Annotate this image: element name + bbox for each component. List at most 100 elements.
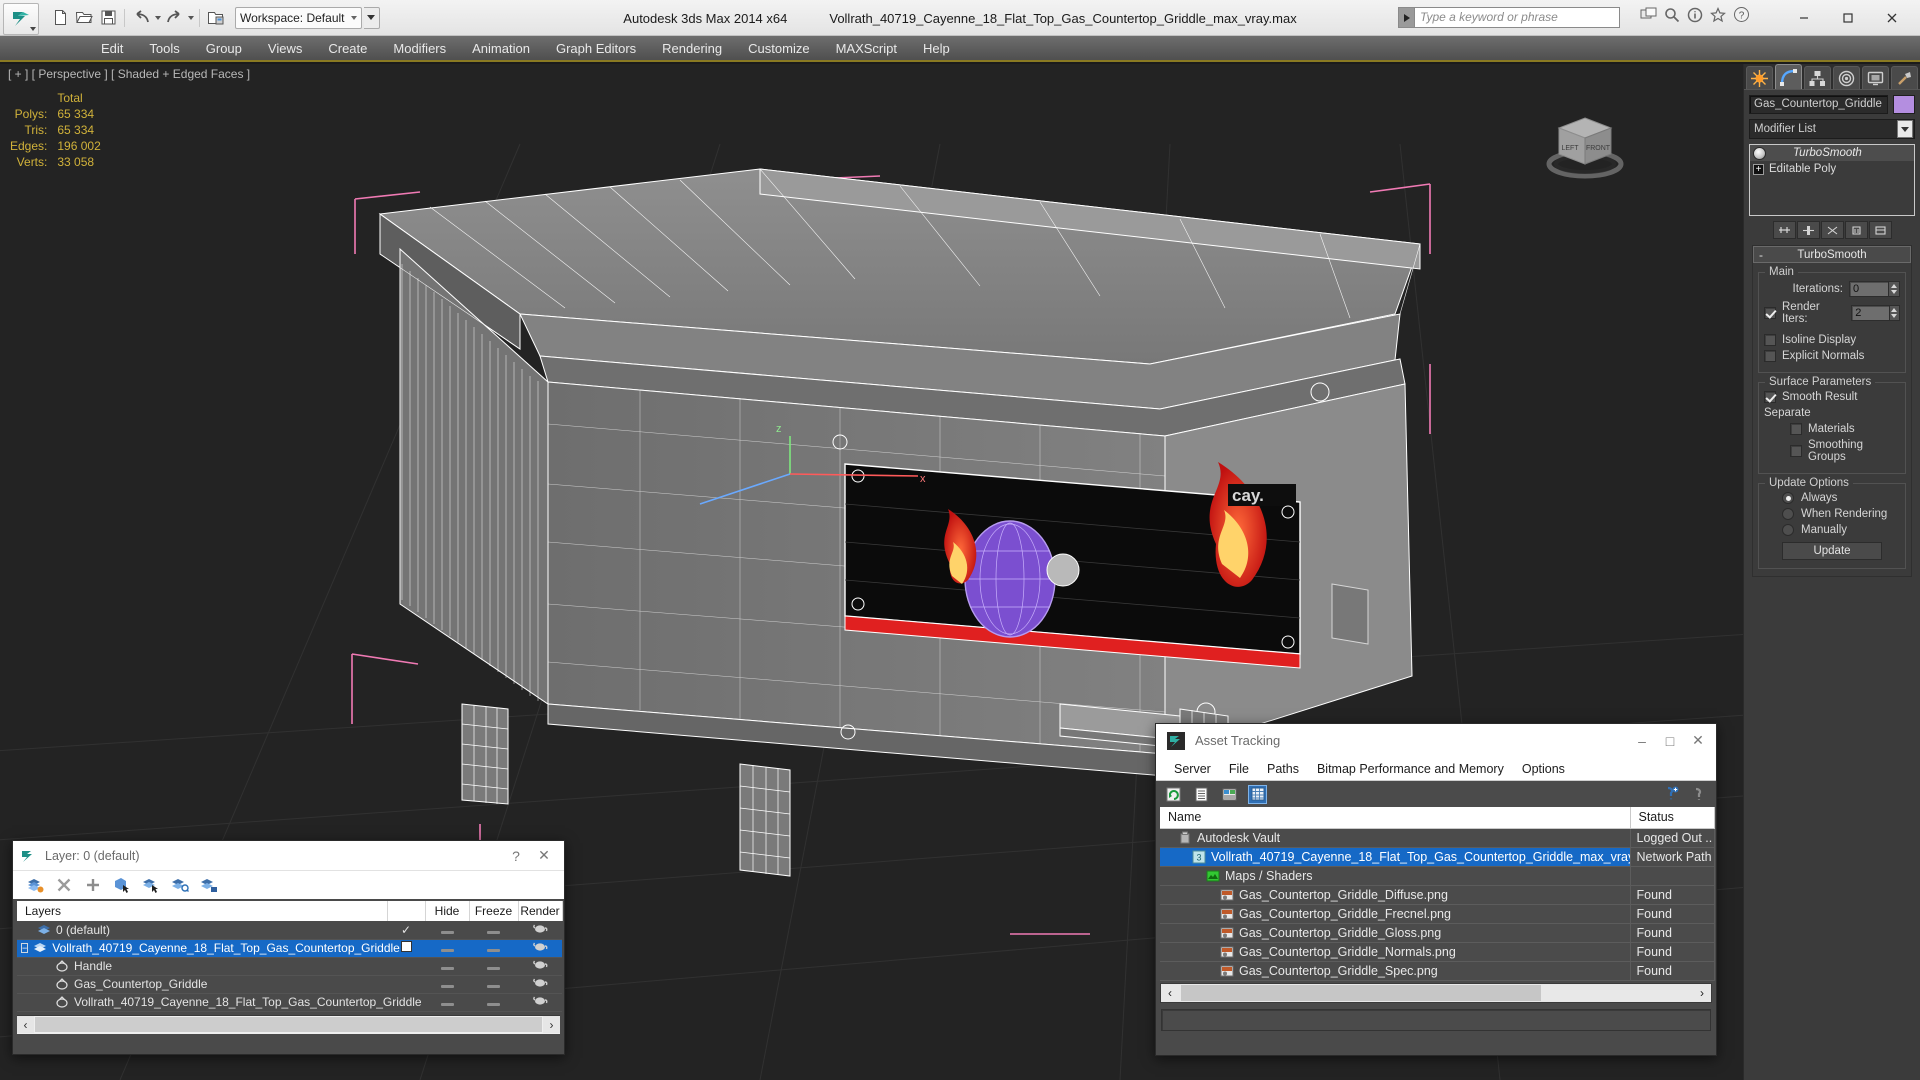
redo-dropdown-icon[interactable] (188, 15, 194, 20)
select-highlighted-objects-icon[interactable] (170, 875, 190, 895)
freeze-toggle[interactable] (469, 957, 518, 976)
hide-toggle[interactable] (425, 921, 469, 940)
modifier-stack-item-editable-poly[interactable]: + Editable Poly (1750, 161, 1914, 177)
scrollbar-thumb[interactable] (35, 1017, 542, 1032)
freeze-toggle[interactable] (469, 993, 518, 1012)
update-option-when-rendering-row[interactable]: When Rendering (1764, 508, 1900, 520)
make-unique-icon[interactable] (1820, 221, 1844, 239)
current-layer-box[interactable] (400, 941, 412, 952)
asset-menu-bitmap-performance[interactable]: Bitmap Performance and Memory (1308, 760, 1513, 778)
select-objects-in-layer-icon[interactable] (112, 875, 132, 895)
menu-item-tools[interactable]: Tools (136, 38, 192, 59)
iterations-input[interactable]: 0 (1849, 281, 1889, 297)
table-row[interactable]: Handle (17, 957, 562, 976)
asset-menu-file[interactable]: File (1220, 760, 1258, 778)
layer-list[interactable]: Layers Hide Freeze Render 0 (default) ✓ (13, 899, 564, 1012)
help-icon[interactable] (1689, 785, 1708, 804)
modifier-stack-item-turbosmooth[interactable]: TurboSmooth (1750, 145, 1914, 161)
layer-dialog-close-button[interactable]: ✕ (530, 842, 558, 870)
asset-tracking-list[interactable]: Name Status Autodesk Vault Logged Out ..… (1156, 807, 1716, 981)
table-row[interactable]: Gas_Countertop_Griddle_Frecnel.png Found (1160, 904, 1715, 924)
hide-unhide-layer-icon[interactable] (199, 875, 219, 895)
set-project-folder-icon[interactable] (205, 7, 227, 29)
configure-sets-icon[interactable] (1868, 221, 1892, 239)
scroll-right-icon[interactable]: › (1693, 984, 1711, 1002)
undo-dropdown-icon[interactable] (155, 15, 161, 20)
render-toggle[interactable] (518, 957, 562, 976)
asset-tracking-titlebar[interactable]: Asset Tracking – □ ✕ (1156, 724, 1716, 757)
render-iters-input[interactable]: 2 (1851, 305, 1890, 321)
scrollbar-thumb[interactable] (1181, 984, 1541, 1001)
asset-horizontal-scrollbar[interactable]: ‹ › (1160, 982, 1712, 1003)
layer-dialog-titlebar[interactable]: Layer: 0 (default) ? ✕ (13, 841, 564, 871)
hide-toggle[interactable] (425, 939, 469, 958)
render-toggle[interactable] (518, 975, 562, 994)
viewport-label[interactable]: [ + ] [ Perspective ] [ Shaded + Edged F… (8, 67, 250, 81)
menu-item-animation[interactable]: Animation (459, 38, 543, 59)
help-icon[interactable]: ? (1733, 6, 1750, 26)
table-row[interactable]: Vollrath_40719_Cayenne_18_Flat_Top_Gas_C… (17, 993, 562, 1012)
table-row[interactable]: Autodesk Vault Logged Out .. (1160, 828, 1715, 848)
undo-icon[interactable] (130, 7, 152, 29)
workspace-selector[interactable]: Workspace: Default (235, 6, 362, 29)
menu-item-group[interactable]: Group (193, 38, 255, 59)
modifier-stack[interactable]: TurboSmooth + Editable Poly (1749, 144, 1915, 216)
asset-tracking-dialog[interactable]: Asset Tracking – □ ✕ Server File Paths B… (1155, 723, 1717, 1056)
when-rendering-radio[interactable] (1782, 508, 1794, 520)
table-row[interactable]: Gas_Countertop_Griddle_Normals.png Found (1160, 942, 1715, 962)
menu-item-graph-editors[interactable]: Graph Editors (543, 38, 649, 59)
modify-tab[interactable] (1775, 64, 1802, 89)
remove-modifier-icon[interactable] (1844, 221, 1868, 239)
hide-toggle[interactable] (425, 975, 469, 994)
update-option-manually-row[interactable]: Manually (1764, 524, 1900, 536)
show-end-result-icon[interactable] (1796, 221, 1820, 239)
render-toggle[interactable] (518, 921, 562, 940)
communication-center-icon[interactable] (1640, 7, 1657, 25)
new-file-icon[interactable] (49, 7, 71, 29)
update-option-always-row[interactable]: Always (1764, 492, 1900, 504)
redo-icon[interactable] (163, 7, 185, 29)
maximize-button[interactable] (1826, 3, 1870, 33)
create-tab[interactable] (1746, 66, 1773, 89)
menu-item-maxscript[interactable]: MAXScript (823, 38, 910, 59)
asset-menu-server[interactable]: Server (1165, 760, 1220, 778)
pin-stack-icon[interactable] (1772, 221, 1796, 239)
close-button[interactable] (1870, 3, 1914, 33)
object-name-field[interactable]: Gas_Countertop_Griddle (1749, 95, 1888, 114)
smooth-result-checkbox[interactable] (1764, 391, 1776, 403)
object-color-swatch[interactable] (1893, 95, 1915, 114)
render-toggle[interactable] (518, 993, 562, 1012)
menu-item-create[interactable]: Create (315, 38, 380, 59)
render-toggle[interactable] (518, 939, 562, 958)
iterations-spinner[interactable] (1889, 281, 1900, 297)
table-row[interactable]: Gas_Countertop_Griddle_Diffuse.png Found (1160, 885, 1715, 905)
create-new-layer-icon[interactable] (25, 875, 45, 895)
asset-menu-options[interactable]: Options (1513, 760, 1574, 778)
asset-maximize-button[interactable]: □ (1656, 727, 1684, 755)
grid-view-icon[interactable] (1248, 784, 1267, 804)
app-logo-button[interactable] (3, 2, 39, 35)
table-row[interactable]: Gas_Countertop_Griddle (17, 975, 562, 994)
menu-item-modifiers[interactable]: Modifiers (380, 38, 459, 59)
rollout-header[interactable]: - TurboSmooth (1753, 246, 1911, 263)
always-radio[interactable] (1782, 492, 1794, 504)
collapse-icon[interactable]: - (1759, 249, 1763, 261)
add-selection-to-layer-icon[interactable] (83, 875, 103, 895)
motion-tab[interactable] (1833, 66, 1860, 89)
column-render[interactable]: Render (518, 901, 563, 921)
layer-dialog[interactable]: Layer: 0 (default) ? ✕ Layers Hide Freez… (12, 840, 565, 1055)
save-file-icon[interactable] (97, 7, 119, 29)
open-file-icon[interactable] (73, 7, 95, 29)
chevron-down-icon[interactable] (1897, 120, 1913, 138)
asset-menu-paths[interactable]: Paths (1258, 760, 1308, 778)
asset-close-button[interactable]: ✕ (1684, 727, 1712, 755)
display-tab[interactable] (1862, 66, 1889, 89)
freeze-toggle[interactable] (469, 921, 518, 940)
set-current-layer-icon[interactable] (141, 875, 161, 895)
menu-item-views[interactable]: Views (255, 38, 315, 59)
render-iters-spinner[interactable] (1889, 305, 1901, 321)
menu-item-edit[interactable]: Edit (88, 38, 136, 59)
column-hide[interactable]: Hide (425, 901, 470, 921)
search-run-icon[interactable] (1398, 7, 1415, 28)
column-layers[interactable]: Layers (17, 901, 388, 921)
